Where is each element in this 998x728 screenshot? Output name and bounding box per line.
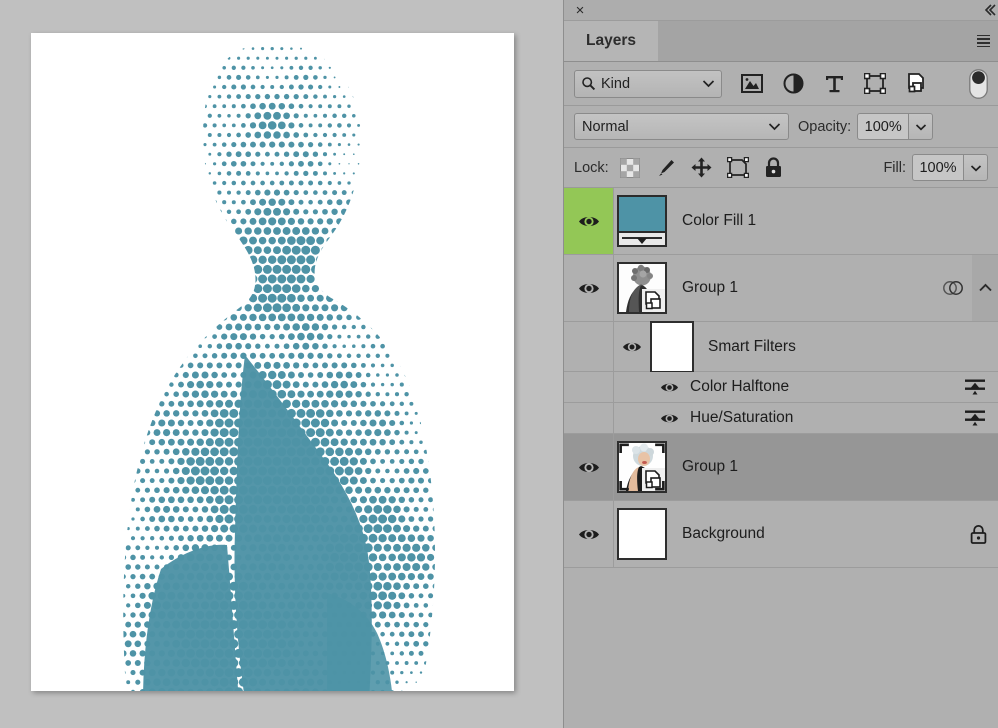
gradient-slider-strip xyxy=(619,231,665,245)
fill-value[interactable]: 100% xyxy=(912,154,963,181)
layer-visibility-toggle[interactable] xyxy=(564,255,614,321)
fill-field[interactable]: 100% xyxy=(912,154,988,181)
layer-visibility-toggle[interactable] xyxy=(564,501,614,567)
opacity-chevron-down-icon[interactable] xyxy=(908,113,934,140)
layer-filter-row: Kind xyxy=(564,62,998,106)
filter-adjustment-layers-icon[interactable] xyxy=(781,72,805,96)
lock-image-pixels-icon[interactable] xyxy=(655,157,677,179)
blend-mode-row: Normal Opacity: 100% xyxy=(564,106,998,148)
smart-filter-row[interactable]: Color Halftone xyxy=(564,372,998,403)
color-portrait-thumbnail xyxy=(617,441,667,493)
layer-list-empty-area xyxy=(564,568,998,668)
eye-icon xyxy=(660,414,678,422)
eye-icon xyxy=(578,216,599,226)
panel-tab-bar: Layers xyxy=(564,21,998,62)
layer-thumbnail-cell[interactable] xyxy=(614,262,670,314)
lock-position-icon[interactable] xyxy=(691,157,713,179)
opacity-field[interactable]: 100% xyxy=(857,113,934,140)
layer-list: Color Fill 1 Group 1 Smart Filters Color… xyxy=(564,188,998,668)
group-collapse-toggle[interactable] xyxy=(972,255,998,321)
smart-filter-row[interactable]: Hue/Saturation xyxy=(564,403,998,434)
smart-filters-visibility-toggle[interactable] xyxy=(614,340,650,354)
lock-all-icon[interactable] xyxy=(763,157,785,179)
filter-pixel-layers-icon[interactable] xyxy=(740,72,764,96)
eye-icon xyxy=(578,283,599,293)
layer-thumbnail-cell[interactable] xyxy=(614,195,670,247)
layer-name-label[interactable]: Group 1 xyxy=(682,458,998,476)
layer-row-controls xyxy=(964,524,998,544)
layer-locked-icon xyxy=(964,524,992,544)
eye-icon xyxy=(660,383,678,391)
document-canvas[interactable] xyxy=(31,33,514,691)
table-row[interactable]: Group 1 xyxy=(564,434,998,501)
fill-label: Fill: xyxy=(883,159,906,176)
lock-transparent-pixels-icon[interactable] xyxy=(619,157,641,179)
tab-layers-label: Layers xyxy=(586,32,636,49)
chevron-down-icon xyxy=(702,79,715,88)
filter-enable-toggle[interactable] xyxy=(969,68,988,99)
layer-name-label[interactable]: Group 1 xyxy=(682,279,940,297)
filter-smart-objects-icon[interactable] xyxy=(904,72,928,96)
chevron-down-icon xyxy=(768,119,781,135)
layer-thumbnail-cell[interactable] xyxy=(614,508,670,560)
layer-visibility-toggle[interactable] xyxy=(564,188,614,254)
filter-shape-layers-icon[interactable] xyxy=(863,72,887,96)
eye-icon xyxy=(578,529,599,539)
smart-filter-label: Hue/Saturation xyxy=(690,409,794,426)
panel-topbar: × xyxy=(564,0,998,21)
layer-name-label[interactable]: Color Fill 1 xyxy=(682,212,998,230)
lock-label: Lock: xyxy=(574,159,609,176)
filter-type-layers-icon[interactable] xyxy=(822,72,846,96)
clipping-mask-icon[interactable] xyxy=(940,278,966,298)
chevron-up-icon xyxy=(978,283,992,292)
filter-settings-icon[interactable] xyxy=(964,409,986,427)
canvas-area xyxy=(0,0,563,728)
filter-kind-label: Kind xyxy=(601,75,631,92)
color-fill-thumbnail xyxy=(617,195,667,247)
layers-panel: × Layers Kind Normal Opacity: 100% Lock:… xyxy=(563,0,998,728)
smart-filter-mask-thumbnail[interactable] xyxy=(650,320,694,373)
filter-settings-icon[interactable] xyxy=(964,378,986,396)
search-icon xyxy=(581,76,596,91)
layer-row-controls xyxy=(940,278,972,298)
panel-menu-icon[interactable] xyxy=(977,32,995,50)
smart-filters-header-row[interactable]: Smart Filters xyxy=(564,320,998,373)
layer-visibility-toggle[interactable] xyxy=(564,434,614,500)
photoshop-window: × Layers Kind Normal Opacity: 100% Lock:… xyxy=(0,0,998,728)
table-row[interactable]: Group 1 xyxy=(564,255,998,322)
lock-artboard-nesting-icon[interactable] xyxy=(726,157,749,179)
blend-mode-select[interactable]: Normal xyxy=(574,113,789,140)
blend-mode-value: Normal xyxy=(582,118,629,135)
eye-icon xyxy=(623,342,641,351)
white-fill-thumbnail xyxy=(617,508,667,560)
table-row[interactable]: Background xyxy=(564,501,998,568)
fill-chevron-down-icon[interactable] xyxy=(963,154,988,181)
halftone-artwork xyxy=(31,33,514,691)
smart-filter-label: Color Halftone xyxy=(690,378,790,395)
collapse-panel-icon[interactable] xyxy=(981,2,997,18)
filter-kind-select[interactable]: Kind xyxy=(574,69,722,98)
lock-row: Lock: Fill: 100% xyxy=(564,148,998,188)
layer-thumbnail-cell[interactable] xyxy=(614,441,670,493)
filter-type-icons xyxy=(740,72,928,96)
opacity-label: Opacity: xyxy=(798,118,852,135)
layer-name-label[interactable]: Background xyxy=(682,525,964,543)
table-row[interactable]: Color Fill 1 xyxy=(564,188,998,255)
smart-object-badge-icon xyxy=(642,468,665,491)
smart-filter-visibility-toggle[interactable] xyxy=(654,381,684,394)
eye-icon xyxy=(578,462,599,472)
lock-icons xyxy=(619,157,785,179)
tab-layers[interactable]: Layers xyxy=(564,21,658,61)
grayscale-portrait-thumbnail xyxy=(617,262,667,314)
smart-filters-label: Smart Filters xyxy=(708,337,796,355)
close-icon[interactable]: × xyxy=(572,2,588,18)
smart-object-badge-icon xyxy=(642,289,665,312)
smart-filter-visibility-toggle[interactable] xyxy=(654,412,684,425)
opacity-value[interactable]: 100% xyxy=(857,113,909,140)
